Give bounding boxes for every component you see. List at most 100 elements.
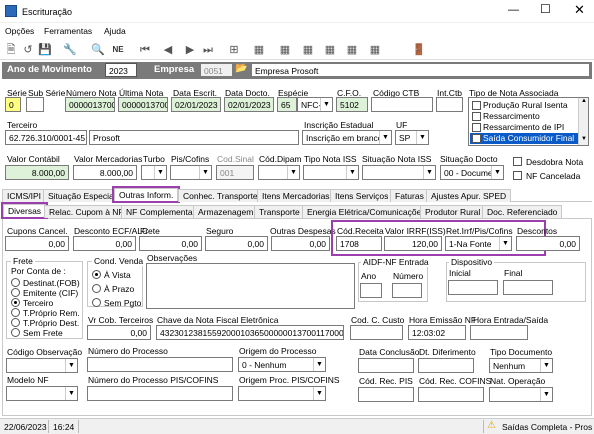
cod-obs-select[interactable]: ▼: [6, 358, 78, 373]
tools-icon[interactable]: 🔧: [62, 43, 78, 57]
undo-icon[interactable]: ↺: [20, 43, 36, 57]
frete-radio-0[interactable]: [11, 278, 20, 287]
folder-icon[interactable]: 📂: [235, 63, 247, 74]
tool5-icon[interactable]: ▦: [344, 43, 360, 57]
tab-itens-servicos[interactable]: Itens Serviços: [330, 189, 394, 202]
nat-select[interactable]: ▼: [489, 387, 553, 402]
serie-field[interactable]: 0: [5, 97, 21, 112]
cod-receita-field[interactable]: 1708: [336, 236, 382, 251]
tab-armazenagem[interactable]: Armazenagem: [193, 205, 259, 218]
cond-radio-2[interactable]: [92, 298, 101, 307]
vr-field[interactable]: 0,00: [87, 325, 151, 340]
cfo-field[interactable]: 5102: [336, 97, 368, 112]
hora-es-field[interactable]: [470, 325, 528, 340]
tab-diversas[interactable]: Diversas: [0, 202, 49, 219]
frete-radio-3[interactable]: [11, 308, 20, 317]
contabil-field[interactable]: 8.000,00: [5, 165, 69, 180]
inicial-field[interactable]: [448, 280, 498, 295]
tipo-nota-list[interactable]: Produção Rural Isenta Ressarcimento Ress…: [468, 97, 589, 146]
outras-field[interactable]: 0,00: [271, 236, 330, 251]
close-icon[interactable]: ✕: [574, 2, 585, 18]
processo-field[interactable]: [87, 357, 233, 372]
menu-opcoes[interactable]: Opções: [5, 26, 34, 36]
tipo-check-0[interactable]: [472, 101, 481, 110]
frete-field[interactable]: 0,00: [139, 236, 202, 251]
frete-radio-1[interactable]: [11, 288, 20, 297]
cond-radio-0[interactable]: [92, 270, 101, 279]
numero-aidf-field[interactable]: [392, 283, 422, 298]
next-icon[interactable]: ▶: [182, 43, 198, 57]
scroll-down-icon[interactable]: ▼: [581, 136, 587, 142]
sit-docto-select[interactable]: 00 - Documer ▼: [440, 165, 504, 180]
frete-radio-4[interactable]: [11, 318, 20, 327]
tool4-icon[interactable]: ▦: [322, 43, 338, 57]
tab-itens-mercadorias[interactable]: Itens Mercadorias: [257, 189, 335, 202]
tool1-icon[interactable]: ▦: [251, 43, 267, 57]
data-docto-field[interactable]: 02/01/2023: [224, 97, 274, 112]
cancelada-checkbox[interactable]: [513, 171, 522, 180]
desconto-field[interactable]: 0,00: [73, 236, 136, 251]
preview-icon[interactable]: 🔍: [90, 43, 106, 57]
filter-icon[interactable]: ⊞: [226, 43, 242, 57]
cod-dipam-select[interactable]: ▼: [258, 165, 300, 180]
origem-select[interactable]: 0 - Nenhum ▼: [238, 357, 326, 372]
codigo-ctb-field[interactable]: [371, 97, 433, 112]
turbo-select[interactable]: ▼: [141, 165, 167, 180]
new-icon[interactable]: 🗎: [3, 43, 19, 57]
save-icon[interactable]: 💾: [37, 43, 53, 57]
menu-ajuda[interactable]: Ajuda: [104, 26, 126, 36]
numero-field[interactable]: 0000013700: [65, 97, 115, 112]
tab-outras-inform[interactable]: Outras Inform.: [111, 186, 181, 203]
tab-doc-referenciado[interactable]: Doc. Referenciado: [482, 205, 563, 218]
tab-relac-cupom[interactable]: Relac. Cupom à NF: [44, 205, 129, 218]
tipo-iss-select[interactable]: ▼: [303, 165, 359, 180]
minimize-icon[interactable]: —: [508, 4, 519, 16]
ano-aidf-field[interactable]: [360, 283, 382, 298]
subserie-field[interactable]: [26, 97, 44, 112]
menu-ferramentas[interactable]: Ferramentas: [44, 26, 92, 36]
cod-rec-pis-field[interactable]: [358, 387, 414, 402]
seguro-field[interactable]: 0,00: [205, 236, 268, 251]
terceiro-nome[interactable]: Prosoft: [89, 130, 299, 145]
chave-field[interactable]: 4323012381559200010365000000137001170000…: [156, 325, 344, 340]
ret-select[interactable]: 1-Na Fonte ▼: [445, 236, 512, 251]
tab-nf-complementar[interactable]: NF Complementar: [121, 205, 201, 218]
ie-select[interactable]: Inscrição em branco ▼: [302, 130, 392, 145]
tab-conhec-transporte[interactable]: Conhec. Transporte: [178, 189, 263, 202]
tool2-icon[interactable]: ▦: [277, 43, 293, 57]
data-conc-field[interactable]: [358, 358, 414, 373]
tab-icms-ipi[interactable]: ICMS/IPI: [2, 189, 47, 202]
pis-select[interactable]: ▼: [170, 165, 212, 180]
terceiro-cnpj[interactable]: 62.726.310/0001-45: [5, 130, 87, 145]
mercadorias-field[interactable]: 8.000,00: [73, 165, 137, 180]
last-icon[interactable]: ⏭: [200, 43, 216, 57]
prev-icon[interactable]: ◀: [160, 43, 176, 57]
tipo-item-3-selected[interactable]: Saída Consumidor Final: [470, 133, 578, 144]
tipo-check-3[interactable]: [472, 134, 481, 143]
irrf-field[interactable]: 120,00: [384, 236, 442, 251]
uf-select[interactable]: SP ▼: [395, 130, 429, 145]
cupons-field[interactable]: 0,00: [5, 236, 69, 251]
tipo-check-2[interactable]: [472, 123, 481, 132]
hora-field[interactable]: 12:03:02: [408, 325, 466, 340]
desdobra-checkbox[interactable]: [513, 157, 522, 166]
tool3-icon[interactable]: ▦: [300, 43, 316, 57]
tab-faturas[interactable]: Faturas: [390, 189, 429, 202]
first-icon[interactable]: ⏮: [137, 43, 153, 57]
tipo-scrollbar[interactable]: ▲ ▼: [578, 98, 588, 145]
modelo-select[interactable]: ▼: [6, 386, 78, 401]
descontos-field[interactable]: 0,00: [516, 236, 580, 251]
scroll-up-icon[interactable]: ▲: [581, 98, 587, 104]
data-escrit-field[interactable]: 02/01/2023: [171, 97, 221, 112]
tab-produtor-rural[interactable]: Produtor Rural: [420, 205, 486, 218]
ccusto-field[interactable]: [350, 325, 403, 340]
tab-ajustes-apur-sped[interactable]: Ajustes Apur. SPED: [426, 189, 512, 202]
tipo-doc-select[interactable]: Nenhum ▼: [489, 358, 553, 373]
exit-icon[interactable]: 🚪: [411, 43, 427, 57]
orig-pis-select[interactable]: ▼: [238, 386, 326, 401]
cod-rec-cofins-field[interactable]: [418, 387, 484, 402]
especie-code[interactable]: 65: [277, 97, 297, 112]
dt-dif-field[interactable]: [418, 358, 474, 373]
especie-select[interactable]: NFC- ▼: [297, 97, 333, 112]
tipo-check-1[interactable]: [472, 112, 481, 121]
